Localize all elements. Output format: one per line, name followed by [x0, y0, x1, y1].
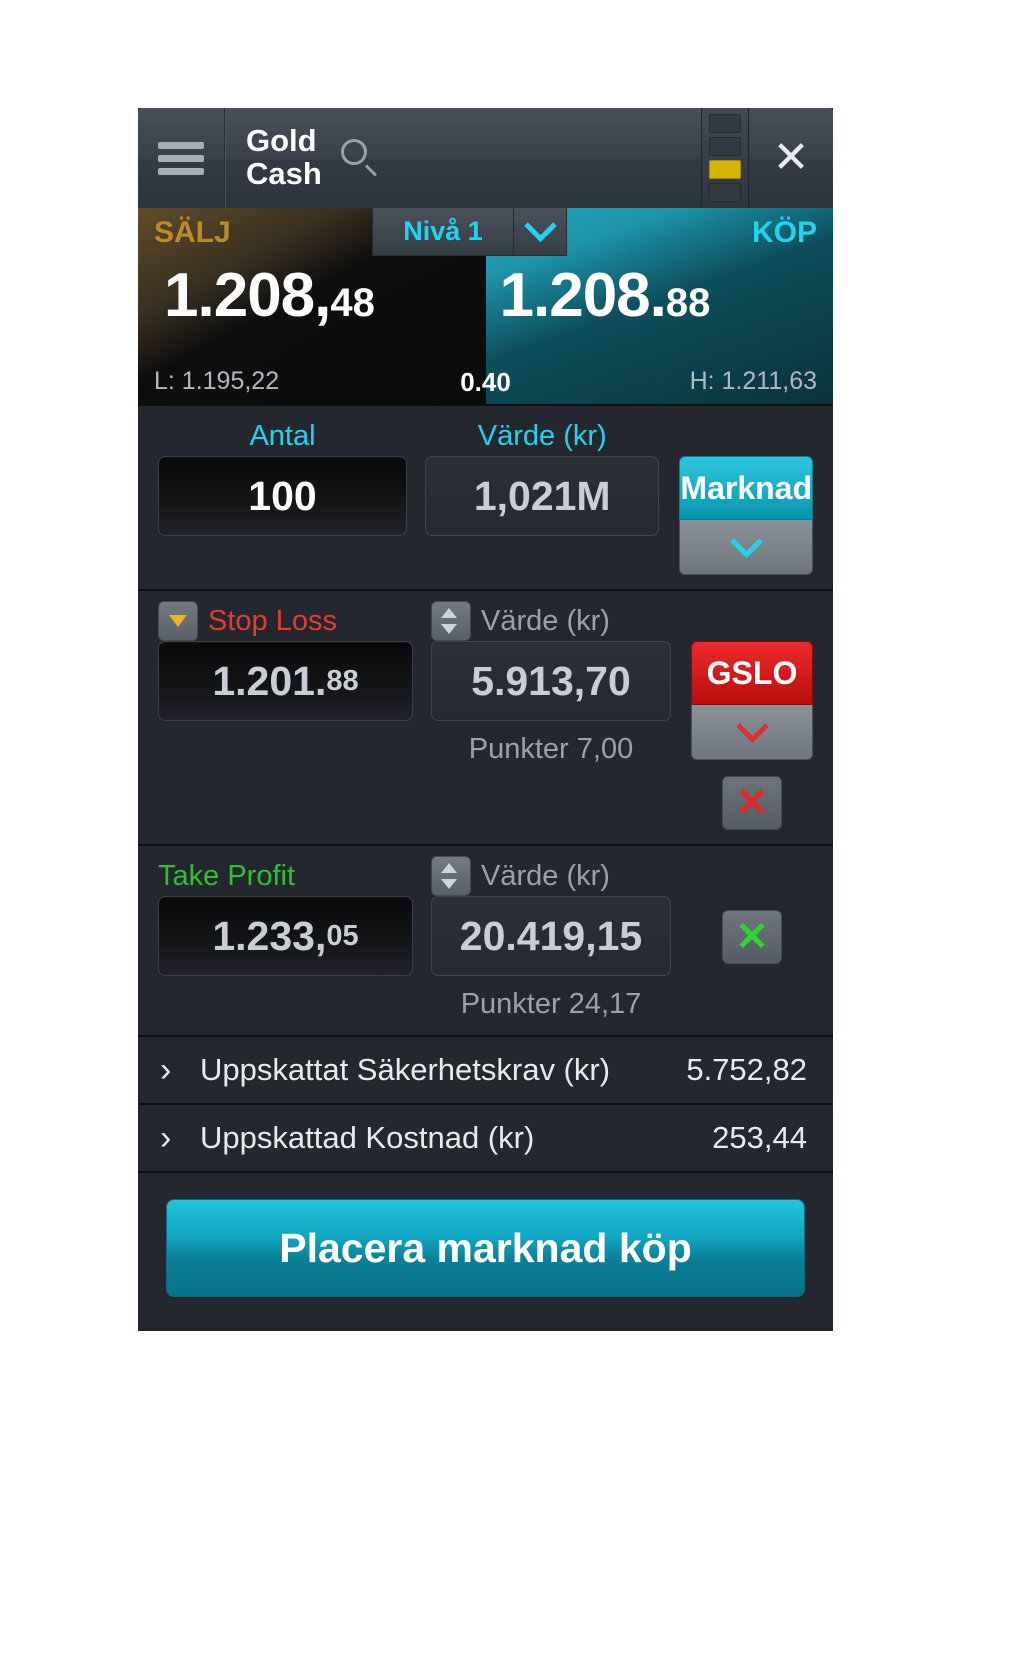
- stop-loss-value-label-row: Värde (kr): [431, 601, 671, 641]
- order-type-group: Marknad: [679, 416, 813, 575]
- indicator-segment-1: [709, 114, 741, 133]
- order-size-section: Antal 100 Värde (kr) 1,021M Marknad: [138, 404, 833, 589]
- stop-loss-field-group: Stop Loss 1.201. 88: [158, 601, 413, 721]
- chevron-down-icon: [729, 525, 763, 558]
- take-profit-points: Punkter 24,17: [460, 988, 642, 1020]
- up-down-glyph: [441, 863, 461, 889]
- chevron-down-icon: [523, 209, 557, 243]
- take-profit-price-main: 1.233,: [212, 912, 327, 959]
- take-profit-label: Take Profit: [158, 860, 295, 892]
- instrument-name: Gold Cash: [246, 125, 322, 190]
- order-type-dropdown-button[interactable]: [679, 520, 813, 575]
- indicator-segment-2: [709, 137, 741, 156]
- sell-label: SÄLJ: [154, 216, 231, 249]
- indicator-segment-4: [709, 183, 741, 202]
- chevron-right-icon: ›: [160, 1050, 172, 1089]
- level-label[interactable]: Nivå 1: [372, 208, 514, 256]
- search-icon[interactable]: [338, 136, 382, 180]
- order-value-label: Värde (kr): [477, 420, 607, 452]
- take-profit-actions: ✕: [691, 856, 813, 964]
- price-panel: SÄLJ 1.208,48 L: 1.195,22 KÖP 1.208.88 H…: [138, 208, 833, 404]
- margin-requirement-row[interactable]: › Uppskattat Säkerhetskrav (kr) 5.752,82: [138, 1035, 833, 1103]
- day-low: L: 1.195,22: [154, 367, 280, 395]
- sell-price-decimals: 48: [330, 281, 375, 325]
- buy-price: 1.208.88: [500, 260, 711, 331]
- instrument-name-line2: Cash: [246, 156, 322, 191]
- stop-loss-label: Stop Loss: [208, 605, 337, 637]
- search-lens: [340, 139, 367, 165]
- search-handle: [364, 164, 377, 177]
- stop-loss-price-input[interactable]: 1.201. 88: [158, 641, 413, 721]
- gslo-group: GSLO ✕: [691, 601, 813, 830]
- order-value-input[interactable]: 1,021M: [425, 456, 660, 536]
- take-profit-field-group: Take Profit 1.233, 05: [158, 856, 413, 976]
- gslo-button[interactable]: GSLO: [691, 641, 813, 705]
- menu-button[interactable]: [138, 108, 225, 208]
- up-down-arrows-icon[interactable]: [431, 601, 471, 641]
- chevron-right-icon: ›: [160, 1118, 172, 1157]
- hamburger-icon: [158, 136, 204, 181]
- stop-loss-section: Stop Loss 1.201. 88 Värde (kr) 5.913,70 P…: [138, 589, 833, 844]
- level-selector[interactable]: Nivå 1: [372, 208, 567, 256]
- trade-ticket-panel: Gold Cash ✕ SÄLJ 1.208,48 L: 1.195,22 KÖ…: [138, 108, 833, 1331]
- day-high: H: 1.211,63: [689, 367, 817, 395]
- up-down-arrows-icon[interactable]: [431, 856, 471, 896]
- gslo-stack: GSLO: [691, 641, 813, 760]
- gslo-dropdown-button[interactable]: [691, 705, 813, 760]
- close-button[interactable]: ✕: [749, 108, 833, 208]
- stop-loss-value-label: Värde (kr): [481, 605, 610, 637]
- instrument-title-area: Gold Cash: [225, 108, 701, 208]
- take-profit-price-input[interactable]: 1.233, 05: [158, 896, 413, 976]
- arrow-down-icon[interactable]: [158, 601, 198, 641]
- sell-price: 1.208,48: [164, 260, 375, 331]
- order-type-stack: Marknad: [679, 456, 813, 575]
- stop-loss-points: Punkter 7,00: [468, 733, 634, 765]
- sell-price-main: 1.208,: [164, 261, 331, 330]
- buy-price-decimals: 88: [665, 281, 711, 325]
- cta-area: Placera marknad köp: [138, 1171, 833, 1331]
- stop-loss-label-row: Stop Loss: [158, 601, 413, 641]
- buy-label: KÖP: [751, 216, 817, 249]
- take-profit-value-input[interactable]: 20.419,15: [431, 896, 671, 976]
- remove-stop-loss-button[interactable]: ✕: [722, 776, 782, 830]
- take-profit-price-decimals: 05: [326, 919, 359, 952]
- indicator-segment-3-active: [709, 160, 741, 179]
- instrument-name-line1: Gold: [246, 123, 317, 159]
- take-profit-value-label-row: Värde (kr): [431, 856, 671, 896]
- take-profit-label-row: Take Profit: [158, 856, 413, 896]
- estimated-cost-value: 253,44: [712, 1120, 807, 1155]
- stop-loss-price-decimals: 88: [326, 664, 359, 697]
- arrow-down-glyph: [169, 615, 187, 627]
- place-market-buy-button[interactable]: Placera marknad köp: [166, 1199, 805, 1297]
- quantity-label: Antal: [249, 420, 316, 452]
- stop-loss-value-group: Värde (kr) 5.913,70 Punkter 7,00: [431, 601, 671, 766]
- buy-price-main: 1.208.: [499, 261, 667, 330]
- spread-value: 0.40: [460, 367, 511, 397]
- signal-strength-indicator: [701, 108, 749, 208]
- up-down-glyph: [441, 608, 461, 634]
- take-profit-value-label: Värde (kr): [481, 860, 610, 892]
- quantity-input[interactable]: 100: [158, 456, 408, 536]
- level-dropdown-button[interactable]: [514, 208, 567, 256]
- estimated-cost-label: Uppskattad Kostnad (kr): [200, 1120, 535, 1155]
- take-profit-section: Take Profit 1.233, 05 Värde (kr) 20.419,1…: [138, 844, 833, 1035]
- estimated-cost-row[interactable]: › Uppskattad Kostnad (kr) 253,44: [138, 1103, 833, 1171]
- stop-loss-value-input[interactable]: 5.913,70: [431, 641, 671, 721]
- remove-take-profit-button[interactable]: ✕: [722, 910, 782, 964]
- margin-requirement-value: 5.752,82: [686, 1052, 807, 1087]
- quantity-field-group: Antal 100: [158, 416, 408, 536]
- chevron-down-icon: [735, 710, 769, 743]
- take-profit-value-group: Värde (kr) 20.419,15 Punkter 24,17: [431, 856, 671, 1021]
- order-value-field-group: Värde (kr) 1,021M: [425, 416, 660, 536]
- panel-header: Gold Cash ✕: [138, 108, 833, 208]
- stop-loss-price-main: 1.201.: [212, 657, 327, 704]
- order-type-button[interactable]: Marknad: [679, 456, 813, 520]
- margin-requirement-label: Uppskattat Säkerhetskrav (kr): [200, 1052, 611, 1087]
